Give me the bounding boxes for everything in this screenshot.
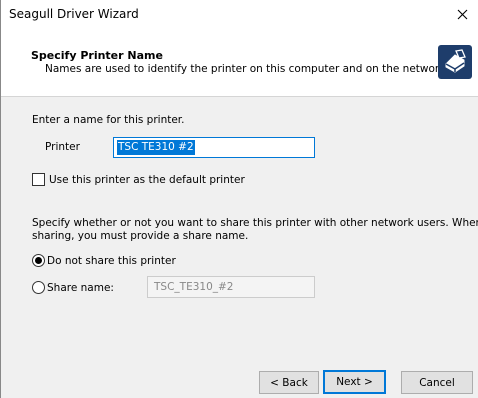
page-subtitle: Names are used to identify the printer o… (45, 63, 449, 75)
no-share-label[interactable]: Do not share this printer (47, 255, 176, 267)
wizard-window: Seagull Driver Wizard Specify Printer Na… (0, 0, 478, 398)
wizard-header: Specify Printer Name Names are used to i… (1, 28, 478, 97)
window-title: Seagull Driver Wizard (9, 7, 139, 21)
no-share-radio[interactable] (32, 254, 45, 267)
printer-name-value: TSC TE310 #2 (117, 140, 195, 155)
close-button[interactable] (445, 0, 478, 28)
back-button[interactable]: < Back (259, 371, 319, 394)
share-radio[interactable] (32, 281, 45, 294)
next-button[interactable]: Next > (323, 370, 386, 394)
share-description-line-2: sharing, you must provide a share name. (32, 230, 249, 242)
printer-name-input[interactable]: TSC TE310 #2 (113, 137, 315, 158)
share-name-label[interactable]: Share name: (47, 282, 114, 294)
default-printer-label[interactable]: Use this printer as the default printer (49, 174, 245, 186)
share-description-line-1: Specify whether or not you want to share… (32, 217, 478, 229)
printer-wizard-icon (438, 45, 472, 79)
cancel-button[interactable]: Cancel (401, 371, 473, 394)
page-title: Specify Printer Name (31, 49, 163, 62)
share-name-value: TSC_TE310_#2 (154, 281, 234, 293)
share-name-input[interactable]: TSC_TE310_#2 (147, 276, 315, 298)
close-icon (457, 9, 467, 19)
title-bar: Seagull Driver Wizard (1, 0, 478, 28)
default-printer-checkbox[interactable] (32, 173, 45, 186)
name-prompt: Enter a name for this printer. (32, 114, 185, 126)
printer-label: Printer (45, 141, 80, 153)
